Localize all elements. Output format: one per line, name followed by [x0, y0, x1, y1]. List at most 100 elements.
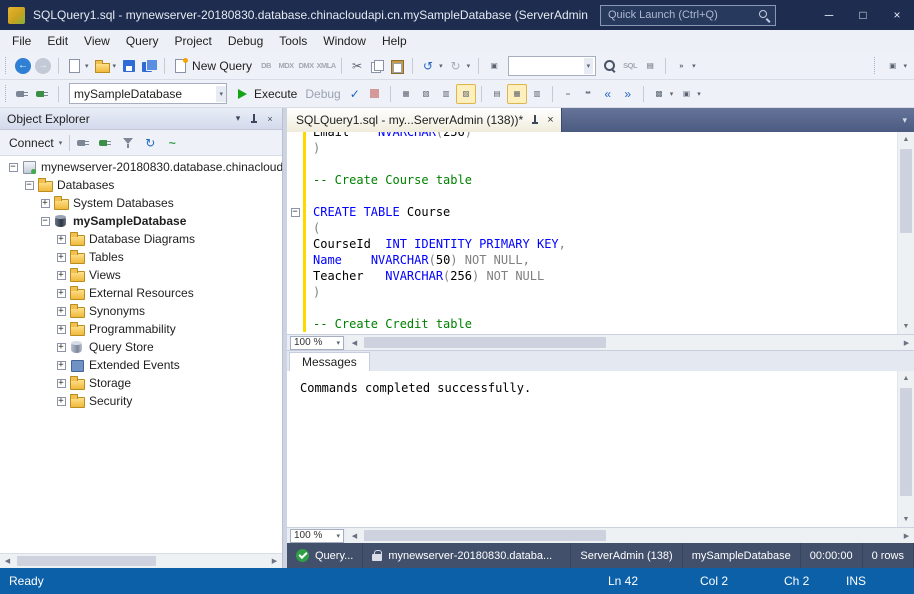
tree-item-tables[interactable]: + Tables	[0, 248, 282, 266]
increase-indent-button[interactable]: »	[618, 84, 638, 104]
intellisense-button[interactable]: ▨	[456, 84, 476, 104]
minimize-button[interactable]: ─	[812, 0, 846, 30]
connect-button[interactable]: Connect ▾	[4, 134, 66, 152]
menu-item[interactable]: Query	[118, 32, 167, 50]
collapse-margin[interactable]	[287, 252, 303, 268]
debug-button[interactable]: Debug	[301, 85, 344, 103]
change-connection-button[interactable]	[33, 84, 53, 104]
tree-expander[interactable]: +	[54, 320, 68, 338]
tab-list-dropdown-icon[interactable]: ▾	[895, 108, 914, 132]
collapse-margin[interactable]	[287, 156, 303, 172]
scrollbar-thumb[interactable]	[900, 388, 912, 496]
scroll-down-icon[interactable]: ▼	[898, 319, 914, 334]
tree-expander[interactable]: +	[54, 374, 68, 392]
menu-item[interactable]: Tools	[271, 32, 315, 50]
stop-button[interactable]	[95, 133, 117, 153]
tree-expander[interactable]: −	[38, 212, 52, 230]
tree-expander[interactable]: +	[54, 230, 68, 248]
collapse-margin[interactable]	[287, 300, 303, 316]
connect-query-button[interactable]	[13, 84, 33, 104]
object-explorer-hscrollbar[interactable]: ◀ ▶	[0, 553, 282, 568]
window-position-icon[interactable]: ▾	[230, 111, 246, 127]
toolbar-grip[interactable]	[874, 57, 879, 74]
properties-window-button[interactable]: ▤	[640, 56, 660, 76]
menu-item[interactable]: Help	[374, 32, 415, 50]
menu-item[interactable]: Window	[315, 32, 374, 50]
collapse-margin[interactable]	[287, 172, 303, 188]
collapse-margin[interactable]	[287, 140, 303, 156]
new-item-button[interactable]: ▾	[64, 56, 92, 76]
tree-item-database-diagrams[interactable]: + Database Diagrams	[0, 230, 282, 248]
scrollbar-thumb[interactable]	[364, 530, 606, 541]
scroll-left-icon[interactable]: ◀	[0, 554, 15, 568]
parse-button[interactable]: ✓	[345, 84, 365, 104]
pin-icon[interactable]	[529, 114, 541, 126]
redo-button[interactable]: ↻ ▾	[446, 56, 474, 76]
scroll-down-icon[interactable]: ▼	[898, 512, 914, 527]
results-to-file-button[interactable]: ▥	[527, 84, 547, 104]
tree-item-external-resources[interactable]: + External Resources	[0, 284, 282, 302]
tree-item-server[interactable]: − mynewserver-20180830.database.chinaclo…	[0, 158, 282, 176]
tree-item-security[interactable]: + Security	[0, 392, 282, 410]
execute-button[interactable]: Execute	[232, 84, 301, 104]
menu-item[interactable]: Edit	[39, 32, 76, 50]
scroll-right-icon[interactable]: ▶	[899, 528, 914, 543]
sql-mode-button[interactable]: SQL	[620, 56, 640, 76]
toolbar-grip[interactable]	[5, 57, 10, 74]
tree-expander[interactable]: +	[38, 194, 52, 212]
query-options-button[interactable]: ▥	[436, 84, 456, 104]
tree-item-query-store[interactable]: + Query Store	[0, 338, 282, 356]
messages-zoom-select[interactable]: 100 % ▾	[290, 529, 344, 543]
tree-expander[interactable]: −	[6, 158, 20, 176]
cancel-query-button[interactable]	[365, 84, 385, 104]
collapse-margin[interactable]	[287, 268, 303, 284]
editor-hscrollbar[interactable]: ◀ ▶	[347, 335, 914, 350]
dmx-query-button[interactable]: DMX	[296, 56, 316, 76]
tree-item-databases[interactable]: − Databases	[0, 176, 282, 194]
new-query-button[interactable]: New Query	[170, 56, 256, 76]
editor-vscrollbar[interactable]: ▲ ▼	[897, 132, 914, 334]
tree-expander[interactable]: +	[54, 266, 68, 284]
undo-button[interactable]: ↺ ▾	[418, 56, 446, 76]
tree-expander[interactable]: +	[54, 284, 68, 302]
scrollbar-thumb[interactable]	[364, 337, 606, 348]
scroll-left-icon[interactable]: ◀	[347, 335, 362, 350]
tree-item-mysampledatabase[interactable]: − mySampleDatabase	[0, 212, 282, 230]
collapse-margin[interactable]	[287, 220, 303, 236]
document-tab[interactable]: SQLQuery1.sql - my...ServerAdmin (138))*…	[287, 108, 562, 132]
component-picker-button[interactable]: ▣ ▾	[882, 56, 910, 76]
scroll-right-icon[interactable]: ▶	[267, 554, 282, 568]
collapse-margin[interactable]	[287, 316, 303, 332]
maximize-button[interactable]: □	[846, 0, 880, 30]
find-button[interactable]	[600, 56, 620, 76]
sql-editor[interactable]: Email NVARCHAR(256) ) --	[287, 132, 914, 334]
close-button[interactable]: ×	[880, 0, 914, 30]
copy-button[interactable]	[367, 56, 387, 76]
open-file-button[interactable]: ▾	[92, 56, 120, 76]
chevron-down-icon[interactable]: ▾	[584, 58, 594, 74]
results-to-grid-button[interactable]: ▦	[507, 84, 527, 104]
tree-item-programmability[interactable]: + Programmability	[0, 320, 282, 338]
menu-item[interactable]: File	[4, 32, 39, 50]
query-designer-button[interactable]: ▣ ▾	[676, 84, 704, 104]
scroll-left-icon[interactable]: ◀	[347, 528, 362, 543]
query-shortcuts-button[interactable]: ▩ ▾	[649, 84, 677, 104]
close-panel-icon[interactable]: ×	[262, 111, 278, 127]
tree-expander[interactable]: +	[54, 356, 68, 374]
tree-item-synonyms[interactable]: + Synonyms	[0, 302, 282, 320]
pin-icon[interactable]	[246, 111, 262, 127]
tree-item-system-databases[interactable]: + System Databases	[0, 194, 282, 212]
chevron-down-icon[interactable]: ▾	[216, 86, 226, 102]
tree-item-storage[interactable]: + Storage	[0, 374, 282, 392]
database-engine-query-button[interactable]: DB	[256, 56, 276, 76]
activity-monitor-button[interactable]: ▣	[484, 56, 504, 76]
tab-messages[interactable]: Messages	[289, 352, 370, 371]
menu-item[interactable]: Project	[167, 32, 220, 50]
xmla-query-button[interactable]: XMLA	[316, 56, 336, 76]
scrollbar-thumb[interactable]	[900, 149, 912, 233]
collapse-margin[interactable]	[287, 284, 303, 300]
save-all-button[interactable]	[139, 56, 159, 76]
collapse-margin[interactable]	[287, 188, 303, 204]
menu-item[interactable]: Debug	[220, 32, 271, 50]
cut-button[interactable]: ✂	[347, 56, 367, 76]
